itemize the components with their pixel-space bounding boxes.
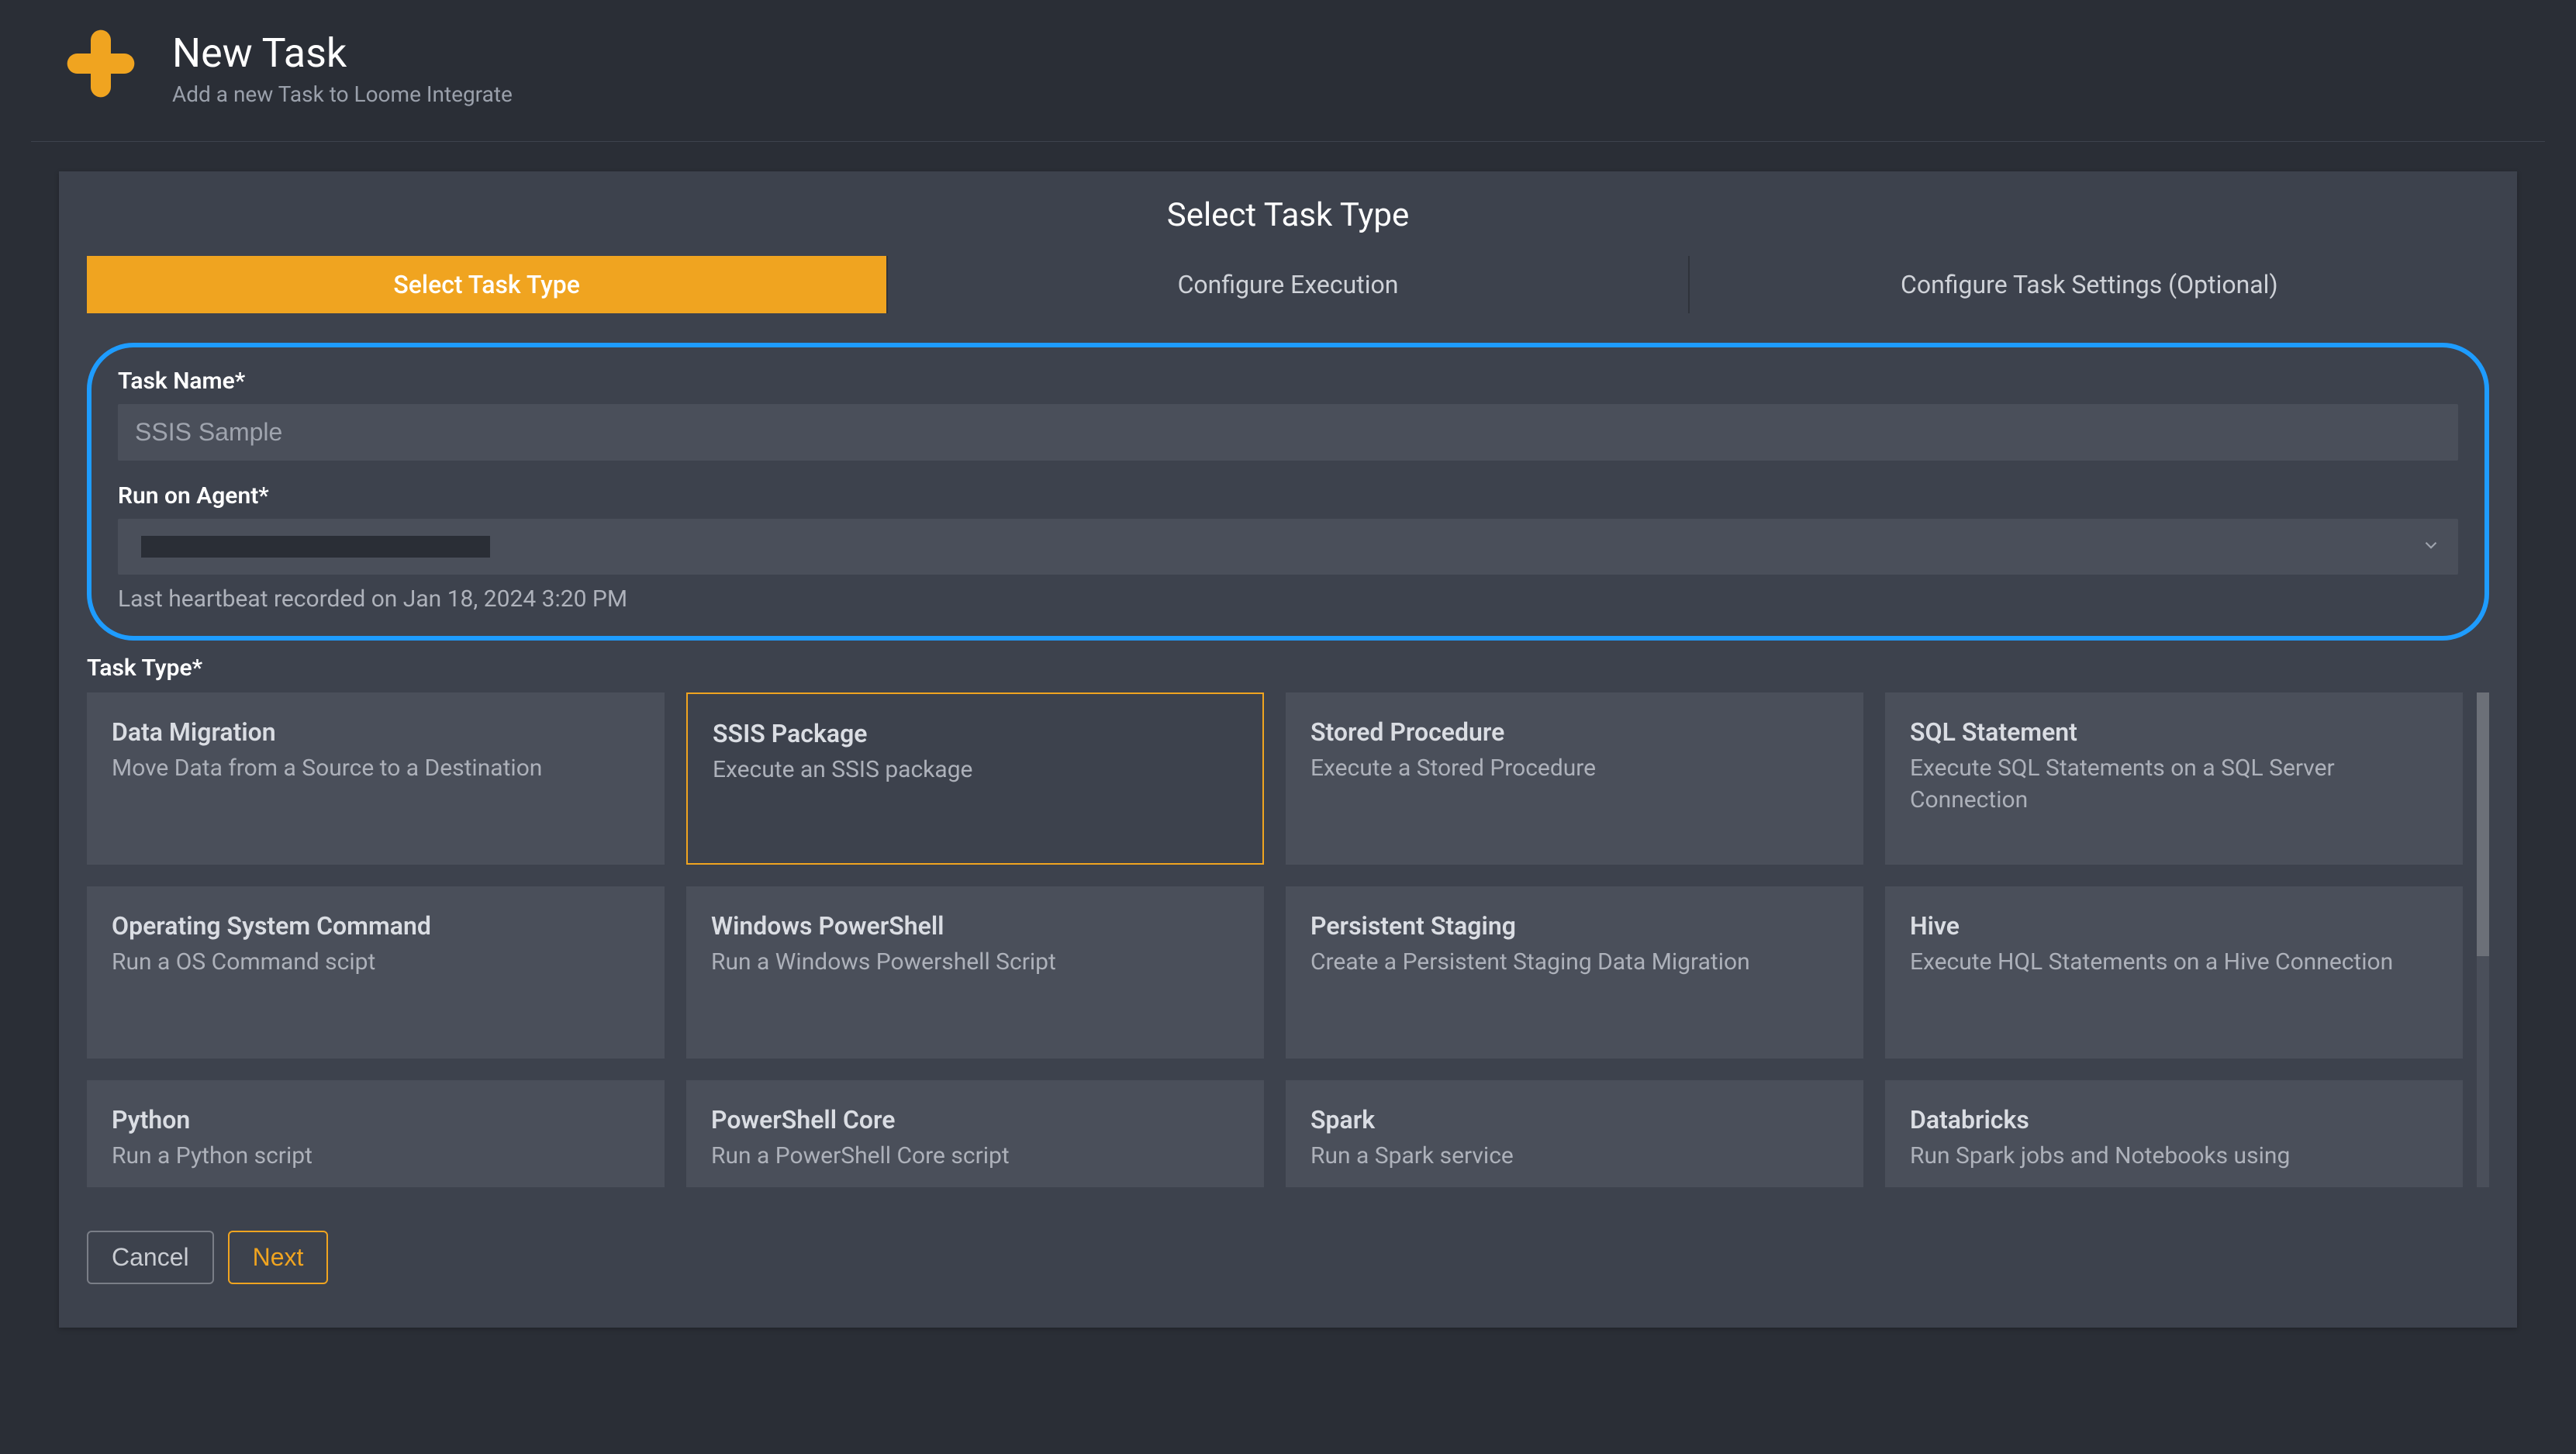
task-name-field-block: Task Name* [118, 368, 2458, 461]
wizard-tabs: Select Task Type Configure Execution Con… [59, 256, 2517, 313]
task-type-grid-wrap: Data Migration Move Data from a Source t… [87, 692, 2489, 1187]
highlighted-fields-area: Task Name* Run on Agent* Last heartbeat … [87, 343, 2489, 641]
wizard-panel: Select Task Type Select Task Type Config… [59, 171, 2517, 1328]
task-type-title: Hive [1910, 911, 2438, 941]
run-on-agent-label: Run on Agent* [118, 482, 2458, 509]
tab-label: Configure Execution [1178, 270, 1399, 299]
task-type-title: PowerShell Core [711, 1105, 1239, 1135]
page-subtitle: Add a new Task to Loome Integrate [172, 81, 513, 107]
task-type-title: Spark [1310, 1105, 1839, 1135]
task-type-hive[interactable]: Hive Execute HQL Statements on a Hive Co… [1885, 886, 2463, 1059]
task-type-desc: Run a Python script [112, 1141, 640, 1173]
panel-header: Select Task Type [59, 171, 2517, 256]
task-type-sql-statement[interactable]: SQL Statement Execute SQL Statements on … [1885, 692, 2463, 865]
task-type-title: Windows PowerShell [711, 911, 1239, 941]
task-type-desc: Run Spark jobs and Notebooks using [1910, 1141, 2438, 1173]
plus-icon [60, 23, 141, 104]
task-type-title: SQL Statement [1910, 717, 2438, 747]
task-type-title: Operating System Command [112, 911, 640, 941]
wizard-button-row: Cancel Next [59, 1187, 2517, 1328]
tab-label: Configure Task Settings (Optional) [1901, 270, 2278, 299]
agent-select[interactable] [118, 519, 2458, 575]
task-type-desc: Run a OS Command scipt [112, 947, 640, 979]
task-name-label: Task Name* [118, 368, 2458, 395]
task-type-os-command[interactable]: Operating System Command Run a OS Comman… [87, 886, 665, 1059]
task-type-desc: Run a Windows Powershell Script [711, 947, 1239, 979]
run-on-agent-field-block: Run on Agent* Last heartbeat recorded on… [118, 482, 2458, 613]
task-type-python[interactable]: Python Run a Python script [87, 1080, 665, 1187]
task-type-desc: Create a Persistent Staging Data Migrati… [1310, 947, 1839, 979]
scrollbar-thumb[interactable] [2477, 692, 2489, 956]
task-type-section: Task Type* Data Migration Move Data from… [59, 641, 2517, 1187]
task-type-title: SSIS Package [713, 719, 1238, 748]
tab-select-task-type[interactable]: Select Task Type [87, 256, 888, 313]
task-type-title: Python [112, 1105, 640, 1135]
task-name-input[interactable] [118, 404, 2458, 461]
cancel-button[interactable]: Cancel [87, 1231, 214, 1284]
task-type-data-migration[interactable]: Data Migration Move Data from a Source t… [87, 692, 665, 865]
task-type-desc: Execute an SSIS package [713, 755, 1238, 786]
task-type-desc: Execute SQL Statements on a SQL Server C… [1910, 753, 2438, 816]
task-type-windows-powershell[interactable]: Windows PowerShell Run a Windows Powersh… [686, 886, 1264, 1059]
task-type-desc: Run a Spark service [1310, 1141, 1839, 1173]
task-type-title: Data Migration [112, 717, 640, 747]
task-type-title: Databricks [1910, 1105, 2438, 1135]
tab-label: Select Task Type [393, 270, 580, 299]
tab-configure-execution[interactable]: Configure Execution [888, 256, 1689, 313]
page-header: New Task Add a new Task to Loome Integra… [31, 23, 2545, 107]
task-type-title: Persistent Staging [1310, 911, 1839, 941]
page-title: New Task [172, 31, 513, 75]
tab-configure-task-settings[interactable]: Configure Task Settings (Optional) [1690, 256, 2489, 313]
task-type-stored-procedure[interactable]: Stored Procedure Execute a Stored Proced… [1286, 692, 1863, 865]
task-type-spark[interactable]: Spark Run a Spark service [1286, 1080, 1863, 1187]
task-type-label: Task Type* [87, 654, 2489, 682]
agent-heartbeat-hint: Last heartbeat recorded on Jan 18, 2024 … [118, 585, 2458, 613]
header-divider [31, 141, 2545, 142]
task-type-powershell-core[interactable]: PowerShell Core Run a PowerShell Core sc… [686, 1080, 1264, 1187]
task-type-title: Stored Procedure [1310, 717, 1839, 747]
task-type-persistent-staging[interactable]: Persistent Staging Create a Persistent S… [1286, 886, 1863, 1059]
next-button[interactable]: Next [228, 1231, 329, 1284]
task-type-databricks[interactable]: Databricks Run Spark jobs and Notebooks … [1885, 1080, 2463, 1187]
panel-title: Select Task Type [59, 196, 2517, 234]
task-type-desc: Move Data from a Source to a Destination [112, 753, 640, 785]
scrollbar-track[interactable] [2477, 692, 2489, 1187]
header-text: New Task Add a new Task to Loome Integra… [172, 26, 513, 107]
task-type-grid: Data Migration Move Data from a Source t… [87, 692, 2489, 1187]
task-type-desc: Run a PowerShell Core script [711, 1141, 1239, 1173]
task-type-ssis-package[interactable]: SSIS Package Execute an SSIS package [686, 692, 1264, 865]
task-type-desc: Execute a Stored Procedure [1310, 753, 1839, 785]
task-type-desc: Execute HQL Statements on a Hive Connect… [1910, 947, 2438, 979]
agent-select-wrap [118, 519, 2458, 575]
page-root: New Task Add a new Task to Loome Integra… [0, 0, 2576, 1328]
